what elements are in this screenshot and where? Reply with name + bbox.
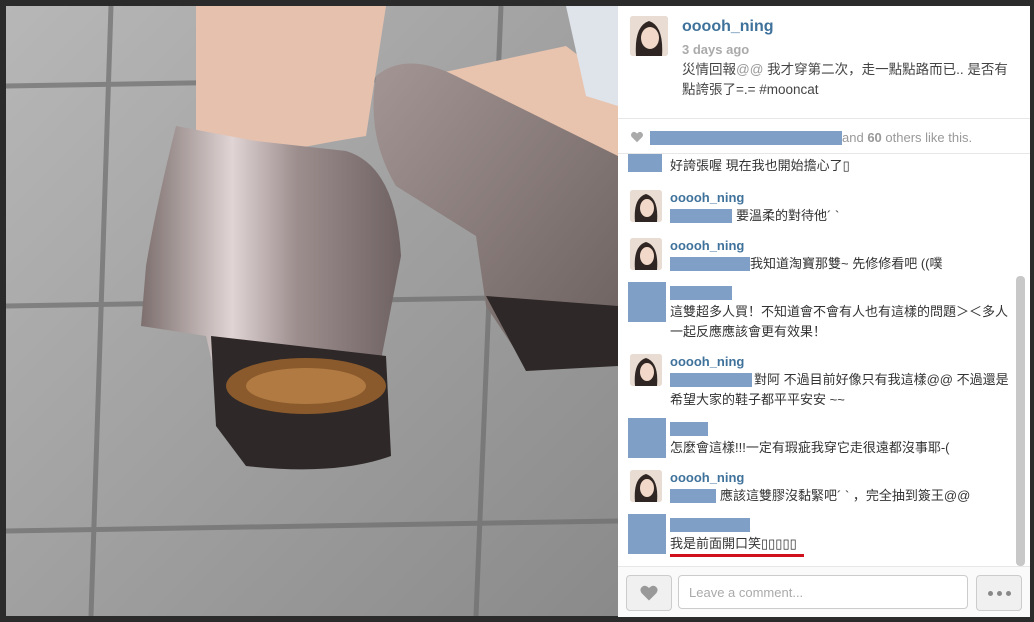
- commenter-name[interactable]: ooooh_ning: [670, 238, 744, 253]
- redacted-commenter-name: [670, 286, 732, 300]
- comment-input[interactable]: [678, 575, 968, 609]
- comment-item: ooooh_ning 應該這雙膠沒黏緊吧´ ` ，完全抽到簽王@@: [618, 470, 1014, 514]
- comment-text: 好誇張喔 現在我也開始擔心了▯: [670, 158, 850, 173]
- comment-scrollbar[interactable]: [1016, 276, 1025, 566]
- comment-item: ooooh_ning 我知道淘寶那雙~ 先修修看吧 ((噗: [618, 238, 1014, 282]
- highlight-underline: [670, 554, 804, 557]
- redacted-mention: [670, 257, 750, 271]
- more-options-icon: [987, 590, 993, 596]
- likes-summary: and 60 others like this.: [842, 130, 972, 145]
- comment-item: 我是前面開口笑▯▯▯▯▯: [618, 514, 1014, 562]
- comment-text: 我是前面開口笑▯▯▯▯▯: [670, 536, 797, 551]
- likes-prefix: and: [842, 130, 868, 145]
- caption-emoticon: @@: [736, 62, 764, 77]
- comment-text: 對阿 不過目前好像只有我這樣@@ 不過還是希望大家的鞋子都平平安安 ~~: [670, 372, 1009, 407]
- comment-list[interactable]: 好誇張喔 現在我也開始擔心了▯ ooooh_ning 要溫柔的對待他´ ` oo…: [618, 154, 1030, 564]
- commenter-avatar[interactable]: [630, 354, 662, 386]
- post-photo: [6, 6, 618, 616]
- comment-text: 我知道淘寶那雙~ 先修修看吧 ((噗: [750, 256, 943, 271]
- commenter-avatar[interactable]: [628, 154, 662, 172]
- post-caption: 災情回報@@ 我才穿第二次，走一點點路而已.. 是否有點誇張了=.= #moon…: [682, 60, 1018, 100]
- heart-icon: [630, 131, 644, 143]
- redacted-mention: [670, 489, 716, 503]
- comment-item: 怎麼會這樣!!!一定有瑕疵我穿它走很遠都沒事耶-(: [618, 418, 1014, 464]
- like-button[interactable]: [626, 575, 672, 611]
- likes-suffix: others like this.: [881, 130, 973, 145]
- commenter-avatar[interactable]: [630, 470, 662, 502]
- comment-item: 這雙超多人買！不知道會不會有人也有這樣的問題＞＜多人一起反應應該會更有效果！: [618, 282, 1014, 344]
- comment-text: 怎麼會這樣!!!一定有瑕疵我穿它走很遠都沒事耶-(: [670, 440, 950, 455]
- commenter-avatar[interactable]: [630, 190, 662, 222]
- commenter-name[interactable]: ooooh_ning: [670, 354, 744, 369]
- likes-bar: and 60 others like this.: [618, 119, 1030, 154]
- comment-text: 應該這雙膠沒黏緊吧´ ` ，完全抽到簽王@@: [720, 488, 971, 503]
- redacted-commenter-name: [670, 518, 750, 532]
- redacted-commenter-name: [670, 422, 708, 436]
- more-options-icon: [1005, 590, 1011, 596]
- more-options-icon: [996, 590, 1002, 596]
- redacted-liker-names: [650, 131, 842, 145]
- redacted-mention: [670, 209, 732, 223]
- comment-footer: [618, 566, 1030, 617]
- comment-text: 要溫柔的對待他´ `: [736, 208, 840, 223]
- commenter-name[interactable]: ooooh_ning: [670, 190, 744, 205]
- commenter-avatar[interactable]: [628, 514, 666, 554]
- caption-text-start: 災情回報: [682, 62, 736, 77]
- author-avatar[interactable]: [630, 16, 668, 56]
- comment-item: 好誇張喔 現在我也開始擔心了▯: [618, 154, 1014, 182]
- comment-text: 這雙超多人買！不知道會不會有人也有這樣的問題＞＜多人一起反應應該會更有效果！: [670, 304, 1009, 339]
- more-options-button[interactable]: [976, 575, 1022, 611]
- commenter-avatar[interactable]: [628, 282, 666, 322]
- post-header: ooooh_ning 3 days ago 災情回報@@ 我才穿第二次，走一點點…: [618, 6, 1030, 119]
- commenter-name[interactable]: ooooh_ning: [670, 470, 744, 485]
- author-username[interactable]: ooooh_ning: [682, 18, 774, 36]
- post-timestamp[interactable]: 3 days ago: [682, 42, 749, 57]
- commenter-avatar[interactable]: [628, 418, 666, 458]
- comment-item: ooooh_ning 要溫柔的對待他´ `: [618, 190, 1014, 234]
- heart-icon: [640, 585, 658, 601]
- commenter-avatar[interactable]: [630, 238, 662, 270]
- likes-count[interactable]: 60: [867, 130, 881, 145]
- photo-illustration: [6, 6, 618, 616]
- comment-item: ooooh_ning 對阿 不過目前好像只有我這樣@@ 不過還是希望大家的鞋子都…: [618, 354, 1014, 414]
- post-details-panel: ooooh_ning 3 days ago 災情回報@@ 我才穿第二次，走一點點…: [618, 6, 1030, 617]
